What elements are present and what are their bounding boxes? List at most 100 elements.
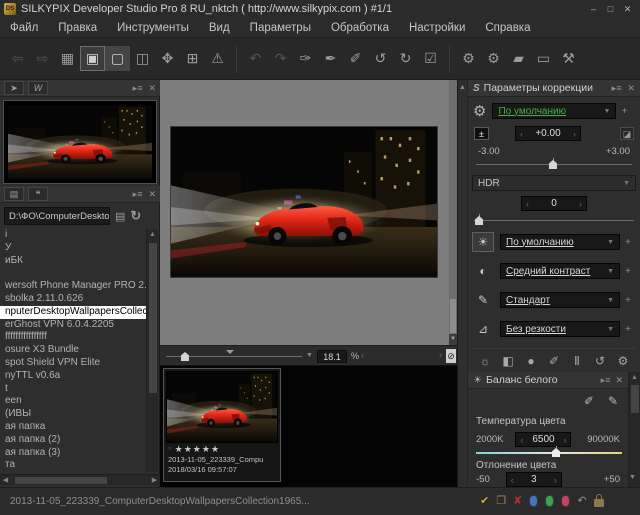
tree-item[interactable]: та — [5, 459, 146, 472]
star-icon[interactable]: ★ — [175, 444, 183, 455]
reset-tool-icon[interactable]: ↺ — [589, 354, 611, 368]
star-icon[interactable]: ★ — [193, 444, 201, 455]
tree-item[interactable]: een — [5, 395, 146, 408]
menu-item-Инструменты[interactable]: Инструменты — [107, 18, 199, 38]
zoom-decrease-icon[interactable]: ‹ — [361, 350, 364, 361]
scroll-down-icon[interactable]: ▼ — [449, 334, 457, 345]
taste-dropdown[interactable]: По умолчанию ▼ — [492, 103, 616, 119]
page-redo-button[interactable]: ⇨ — [30, 46, 55, 71]
confirm-check-icon[interactable]: ✔ — [480, 494, 489, 507]
star-icon[interactable]: ★ — [202, 444, 210, 455]
frame-tool-icon[interactable]: Ⅱ — [566, 354, 588, 368]
decrease-icon[interactable]: ‹ — [511, 475, 514, 485]
preset-dropdown[interactable]: Стандарт▼ — [500, 292, 620, 308]
wb-brush-1-icon[interactable]: ✐ — [584, 394, 594, 408]
hdr-slider-track[interactable] — [474, 220, 634, 221]
menu-item-Настройки[interactable]: Настройки — [399, 18, 475, 38]
white-balance-button[interactable]: ☀ — [472, 232, 494, 252]
deviation-spinner[interactable]: ‹ 3 › — [506, 472, 562, 487]
fullscreen-view-button[interactable]: ✥ — [155, 46, 180, 71]
lock-icon[interactable] — [594, 499, 604, 507]
panel-close-icon[interactable]: ✕ — [627, 83, 635, 94]
add-preset-icon[interactable]: + — [625, 237, 631, 248]
increase-icon[interactable]: › — [563, 435, 566, 445]
tree-item[interactable]: nputerDesktopWallpapersCollection196 — [0, 306, 146, 319]
collapse-arrow-icon[interactable]: ▲ — [459, 84, 466, 91]
hdr-slider-thumb[interactable] — [475, 216, 483, 225]
add-preset-icon[interactable]: + — [625, 266, 631, 277]
undo-button[interactable]: ↶ — [243, 46, 268, 71]
marker-green-icon[interactable] — [545, 495, 554, 507]
menu-item-Обработка[interactable]: Обработка — [321, 18, 399, 38]
marker-blue-icon[interactable] — [529, 495, 538, 507]
select-checkbox-button[interactable]: ☑ — [418, 46, 443, 71]
temperature-slider-thumb[interactable] — [552, 448, 560, 457]
temperature-slider-track[interactable] — [476, 452, 622, 454]
redo-button[interactable]: ↷ — [268, 46, 293, 71]
dodge-icon[interactable]: ◪ — [620, 127, 634, 140]
scroll-down-icon[interactable]: ▼ — [629, 474, 636, 481]
menu-item-Правка[interactable]: Правка — [48, 18, 107, 38]
panel-menu-icon[interactable]: ▸≡ — [133, 189, 143, 200]
tree-item[interactable]: ffffffffffffffff — [5, 331, 146, 344]
grid-view-button[interactable]: ⊞ — [180, 46, 205, 71]
panel-collapse-strip[interactable]: ▲ — [457, 80, 468, 487]
scrollbar-thumb[interactable] — [450, 299, 456, 333]
hdr-dropdown[interactable]: HDR ▼ — [472, 175, 636, 191]
gear-settings-tool-icon[interactable]: ⚙ — [612, 354, 634, 368]
exposure-bias-icon[interactable]: ± — [474, 127, 489, 140]
tree-vertical-scrollbar[interactable]: ▲ — [146, 229, 158, 472]
scrollbar-thumb[interactable] — [149, 243, 157, 393]
increase-icon[interactable]: › — [579, 199, 582, 209]
zoom-value[interactable]: 18.1 — [317, 350, 347, 363]
star-rating[interactable]: ○★★★★★ — [166, 443, 278, 455]
zoom-increase-icon[interactable]: › — [439, 350, 442, 361]
open-folder-button[interactable]: ▤ — [115, 210, 125, 223]
exposure-slider-thumb[interactable] — [549, 160, 557, 169]
preview-view-button[interactable]: ▢ — [105, 46, 130, 71]
decrease-icon[interactable]: ‹ — [520, 129, 523, 139]
tree-item[interactable]: nyTTL v0.6a — [5, 370, 146, 383]
tone-curve-tool-icon[interactable]: ◧ — [497, 354, 519, 368]
wb-brush-2-icon[interactable]: ✎ — [608, 394, 618, 408]
compare-view-button[interactable]: ◫ — [130, 46, 155, 71]
scrollbar-thumb[interactable] — [15, 477, 107, 484]
temperature-spinner[interactable]: ‹ 6500 › — [515, 432, 571, 447]
tree-item[interactable]: иБК — [5, 255, 146, 268]
tree-item[interactable]: spot Shield VPN Elite — [5, 357, 146, 370]
panel-menu-icon[interactable]: ▸≡ — [601, 375, 611, 386]
main-image[interactable] — [170, 126, 438, 278]
tree-item[interactable] — [5, 267, 146, 280]
marker-red-icon[interactable] — [561, 495, 570, 507]
panel-close-icon[interactable]: ✕ — [148, 189, 156, 200]
apply-settings-button[interactable]: ⚙ — [481, 46, 506, 71]
lens-tool-icon[interactable]: ● — [520, 354, 542, 368]
menu-item-Параметры[interactable]: Параметры — [240, 18, 321, 38]
tree-item[interactable]: t — [5, 383, 146, 396]
rotate-left-button[interactable]: ↺ — [368, 46, 393, 71]
increase-icon[interactable]: › — [554, 475, 557, 485]
tree-item[interactable]: ая папка (2) — [5, 434, 146, 447]
maximize-button[interactable]: □ — [604, 2, 617, 16]
thumbnail-card[interactable]: ○★★★★★ 2013-11-05_223339_Compu 2018/03/1… — [163, 368, 281, 482]
save-settings-button[interactable]: ⚙ — [456, 46, 481, 71]
menu-item-Вид[interactable]: Вид — [199, 18, 240, 38]
slope-tool-icon[interactable]: ✐ — [543, 354, 565, 368]
panel-menu-icon[interactable]: ▸≡ — [133, 83, 143, 94]
delete-x-icon[interactable]: ✘ — [513, 494, 522, 507]
eraser-tool-button[interactable]: ▰ — [506, 46, 531, 71]
path-dropdown[interactable]: D:\ФО\ComputerDesktop ▼ — [4, 207, 110, 225]
minimize-button[interactable]: – — [587, 2, 600, 16]
preset-dropdown[interactable]: Средний контраст▼ — [500, 263, 620, 279]
preset-dropdown[interactable]: Без резкости▼ — [500, 321, 620, 337]
star-icon[interactable]: ★ — [211, 444, 219, 455]
tree-item[interactable]: (ИВЫ — [5, 408, 146, 421]
navigator-preview[interactable] — [3, 100, 157, 184]
tree-horizontal-scrollbar[interactable]: ◀ ▶ — [0, 474, 160, 485]
undo-mark-icon[interactable]: ↶ — [577, 494, 586, 507]
auto-exposure-tool-button[interactable]: ✑ — [293, 46, 318, 71]
scroll-up-icon[interactable]: ▲ — [629, 372, 640, 383]
menu-item-Файл[interactable]: Файл — [0, 18, 48, 38]
comments-tab[interactable]: ❝ — [28, 187, 48, 201]
auto-dodge-tool-button[interactable]: ✐ — [343, 46, 368, 71]
